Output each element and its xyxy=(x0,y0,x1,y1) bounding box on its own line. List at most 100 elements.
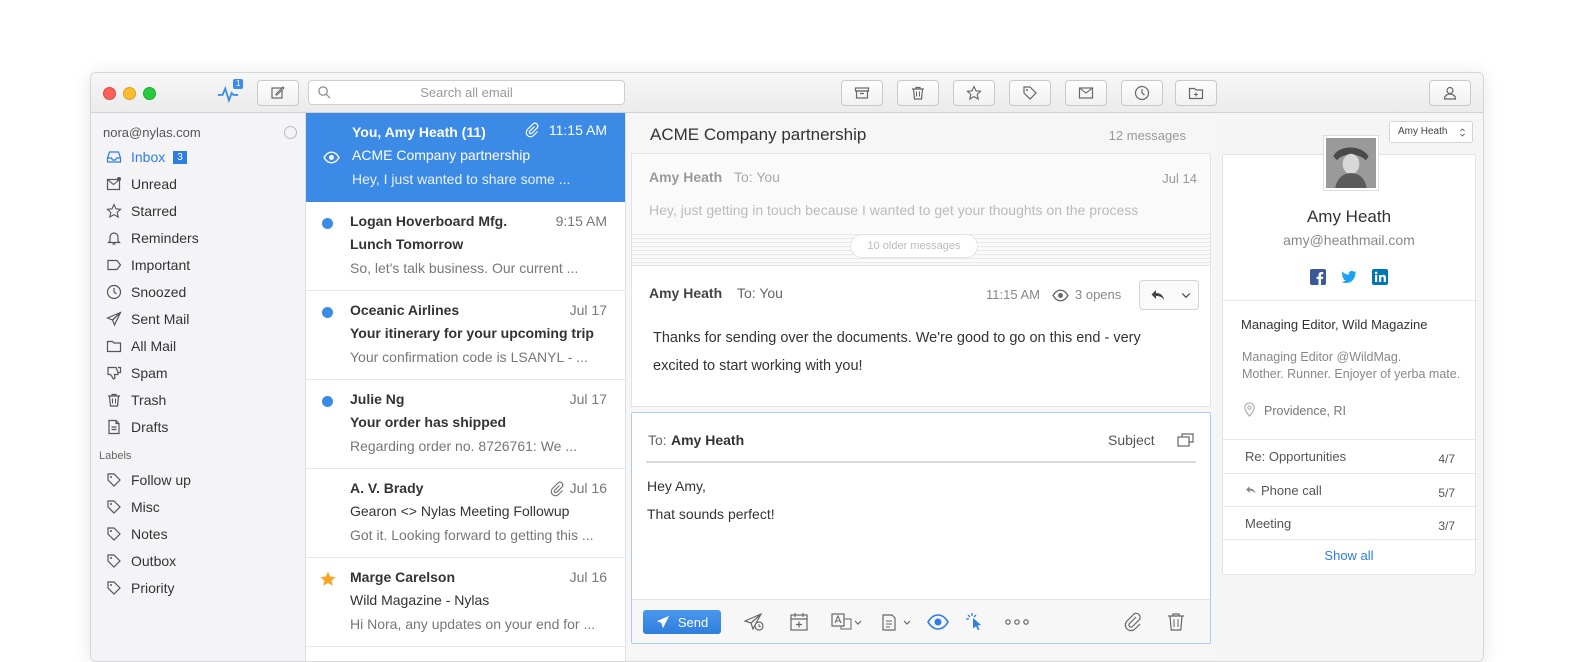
contact-selector[interactable]: Amy Heath xyxy=(1389,121,1473,143)
thread-date: Jul 17 xyxy=(569,391,607,407)
thread-row[interactable]: You, Amy Heath (11) 11:15 AM ACME Compan… xyxy=(306,113,625,202)
message-to: To: You xyxy=(737,285,783,301)
divider xyxy=(1223,300,1475,301)
composer-body-line[interactable]: That sounds perfect! xyxy=(647,506,775,522)
unread-indicator xyxy=(322,396,333,407)
sidebar-item-reminders[interactable]: Reminders xyxy=(106,227,199,249)
facebook-icon[interactable] xyxy=(1310,269,1326,285)
send-button[interactable]: Send xyxy=(643,610,721,634)
folder-button[interactable] xyxy=(1175,80,1217,106)
show-all-link[interactable]: Show all xyxy=(1223,548,1475,563)
sidebar-item-snoozed[interactable]: Snoozed xyxy=(106,281,186,303)
thread-from: Marge Carelson xyxy=(350,569,456,585)
calendar-icon[interactable] xyxy=(788,612,810,632)
thread-row[interactable]: Oceanic Airlines Jul 17 Your itinerary f… xyxy=(306,291,625,380)
label-item-notes[interactable]: Notes xyxy=(106,523,168,545)
label-item-name: Follow up xyxy=(131,472,191,488)
sidebar-item-inbox[interactable]: Inbox 3 xyxy=(106,146,187,168)
sidebar-item-all-mail[interactable]: All Mail xyxy=(106,335,176,357)
thread-row[interactable]: Julie Ng Jul 17 Your order has shipped R… xyxy=(306,380,625,469)
reply-composer: To: Amy Heath Subject Hey Amy, That soun… xyxy=(631,412,1211,644)
close-window-button[interactable] xyxy=(103,87,116,100)
composer-recipient[interactable]: Amy Heath xyxy=(671,432,744,448)
chevron-down-icon[interactable] xyxy=(1180,289,1192,301)
thread-from: A. V. Brady xyxy=(350,480,424,496)
more-icon[interactable] xyxy=(1004,612,1030,632)
archive-button[interactable] xyxy=(841,80,883,106)
snooze-button[interactable] xyxy=(1121,80,1163,106)
sidebar-item-sent-mail[interactable]: Sent Mail xyxy=(106,308,189,330)
subject-toggle[interactable]: Subject xyxy=(1108,432,1155,448)
thread-row[interactable]: A. V. Brady Jul 16 Gearon <> Nylas Meeti… xyxy=(306,469,625,558)
message-from: Amy Heath xyxy=(649,169,723,185)
send-later-icon[interactable] xyxy=(743,612,765,632)
sidebar-item-spam[interactable]: Spam xyxy=(106,362,168,384)
move-button[interactable] xyxy=(1065,80,1107,106)
related-thread[interactable]: Meeting 3/7 xyxy=(1223,507,1475,540)
sidebar-item-label: All Mail xyxy=(131,338,177,354)
tag-icon xyxy=(1023,86,1037,100)
star-button[interactable] xyxy=(953,80,995,106)
tag-icon xyxy=(107,554,121,568)
folder-icon xyxy=(1188,87,1204,100)
reply-button[interactable] xyxy=(1139,280,1199,310)
thread-from: Logan Hoverboard Mfg. xyxy=(350,213,508,229)
compose-icon xyxy=(271,86,285,99)
message-count: 12 messages xyxy=(1108,128,1186,143)
attachment-icon[interactable] xyxy=(1122,612,1144,632)
reply-icon xyxy=(1246,486,1256,494)
bell-icon xyxy=(107,232,121,245)
star-filled-icon[interactable] xyxy=(319,570,337,588)
discard-draft-icon[interactable] xyxy=(1165,612,1187,632)
thread-snippet: Regarding order no. 8726761: We ... xyxy=(350,438,578,454)
thread-subject: Wild Magazine - Nylas xyxy=(350,592,490,608)
person-photo-icon xyxy=(1326,138,1376,188)
trash-button[interactable] xyxy=(897,80,939,106)
divider xyxy=(1223,539,1475,540)
sidebar-item-unread[interactable]: Unread xyxy=(106,173,177,195)
translate-icon[interactable] xyxy=(830,612,862,632)
search-input[interactable]: Search all email xyxy=(308,80,625,105)
search-icon xyxy=(318,86,331,99)
compose-button[interactable] xyxy=(257,80,299,106)
draft-icon xyxy=(108,419,120,435)
profile-button[interactable] xyxy=(1429,80,1471,106)
sidebar-item-label: Sent Mail xyxy=(131,311,190,327)
contact-title: Managing Editor, Wild Magazine xyxy=(1241,317,1428,332)
twitter-icon[interactable] xyxy=(1341,269,1357,285)
activity-button[interactable]: 1 xyxy=(217,79,244,104)
link-tracking-icon[interactable] xyxy=(965,612,987,632)
sidebar-item-drafts[interactable]: Drafts xyxy=(106,416,168,438)
thread-date: Jul 17 xyxy=(569,302,607,318)
label-item-priority[interactable]: Priority xyxy=(106,577,175,599)
tag-button[interactable] xyxy=(1009,80,1051,106)
thread-row[interactable]: Marge Carelson Jul 16 Wild Magazine - Ny… xyxy=(306,558,625,647)
sidebar-item-starred[interactable]: Starred xyxy=(106,200,177,222)
collapsed-message[interactable]: Amy Heath To: You Jul 14 Hey, just getti… xyxy=(631,153,1211,233)
contact-email[interactable]: amy@heathmail.com xyxy=(1223,232,1475,248)
thread-row[interactable]: Logan Hoverboard Mfg. 9:15 AM Lunch Tomo… xyxy=(306,202,625,291)
popout-icon[interactable] xyxy=(1176,432,1196,448)
sidebar-item-label: Spam xyxy=(131,365,168,381)
sidebar-item-trash[interactable]: Trash xyxy=(106,389,166,411)
read-tracking-icon[interactable] xyxy=(926,612,950,632)
label-item-misc[interactable]: Misc xyxy=(106,496,160,518)
sidebar-item-important[interactable]: Important xyxy=(106,254,190,276)
minimize-window-button[interactable] xyxy=(123,87,136,100)
paperclip-icon xyxy=(550,481,564,497)
older-messages-button[interactable]: 10 older messages xyxy=(850,234,978,258)
linkedin-icon[interactable] xyxy=(1372,269,1388,285)
label-item-follow-up[interactable]: Follow up xyxy=(106,469,191,491)
related-thread-label: Phone call xyxy=(1261,483,1322,498)
related-thread[interactable]: Re: Opportunities 4/7 xyxy=(1223,440,1475,473)
account-switcher-toggle[interactable] xyxy=(284,126,297,139)
label-item-outbox[interactable]: Outbox xyxy=(106,550,176,572)
sidebar: nora@nylas.com Inbox 3 Unread Starred Re… xyxy=(91,113,306,661)
related-thread[interactable]: Phone call 5/7 xyxy=(1223,474,1475,507)
zoom-window-button[interactable] xyxy=(143,87,156,100)
reply-icon xyxy=(1151,290,1164,300)
composer-body-line[interactable]: Hey Amy, xyxy=(647,478,706,494)
tag-icon xyxy=(107,527,121,541)
templates-icon[interactable] xyxy=(879,612,911,632)
contact-avatar xyxy=(1324,136,1378,190)
